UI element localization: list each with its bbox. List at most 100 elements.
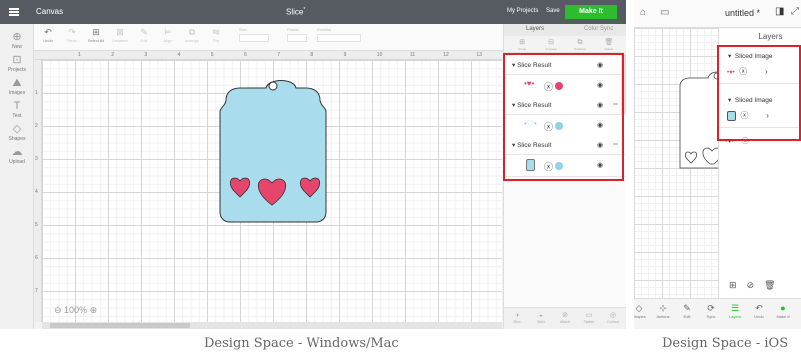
- caption-ios: Design Space - iOS: [662, 336, 789, 351]
- ruler-tick-label: 4: [35, 189, 38, 195]
- layers-bottom-toolbar: ◑ Slice ◒ Weld ⊘ Attach ▭ Flatten ◎ Contour: [504, 307, 626, 329]
- ruler-tick-label: 11: [410, 52, 416, 58]
- hide-icon[interactable]: ⊘: [747, 280, 755, 290]
- sidebar-item-projects[interactable]: ⊡ Projects: [0, 54, 34, 73]
- ruler-tick-label: 10: [376, 52, 383, 58]
- ios-canvas-grid[interactable]: [634, 28, 743, 298]
- ios-bottom-bar: ◇Shapes⊹Actions✎Edit⟳Sync☰Layers↶Undo●Ma…: [634, 298, 801, 329]
- arrange-icon: ⧉: [188, 27, 196, 37]
- ruler-vertical: 1 2 3 4 5 6 7: [34, 60, 42, 322]
- ruler-tick-label: 7: [35, 288, 38, 294]
- zoom-control[interactable]: ⊖ 100% ⊕: [54, 305, 97, 316]
- document-title: Slice*: [286, 7, 306, 17]
- position-field[interactable]: Position: [317, 27, 361, 42]
- tab-layers[interactable]: Layers: [526, 26, 544, 32]
- horizontal-scrollbar[interactable]: [42, 322, 502, 329]
- layers-icon: ☰: [730, 303, 740, 313]
- edit-icon: ✎: [140, 27, 148, 37]
- sync-icon: ⟳: [707, 303, 715, 313]
- ruler-tick-label: 5: [35, 222, 38, 228]
- canvas-grid[interactable]: [42, 60, 502, 322]
- deselect-icon: ⊠: [116, 27, 124, 37]
- group-icon[interactable]: ⊞: [729, 280, 737, 290]
- shapes-icon: ◇: [12, 123, 22, 135]
- delete-icon: 🗑: [604, 39, 614, 46]
- tab-color-sync[interactable]: Color Sync: [584, 26, 613, 32]
- ios-panel-actions: ⊞ ⊘ 🗑: [729, 280, 776, 291]
- ios-document-title: untitled *: [725, 8, 761, 18]
- images-icon: ⛰: [12, 77, 22, 89]
- group-icon: ⊞: [519, 39, 525, 46]
- ios-edit-button[interactable]: ✎ Edit: [676, 303, 698, 319]
- ungroup-icon: ⊟: [548, 39, 554, 46]
- gift-tag-image[interactable]: [216, 74, 346, 234]
- ios-actions-button[interactable]: ⊹ Actions: [652, 303, 674, 319]
- deselect-button[interactable]: ⊠ Deselect: [110, 27, 130, 43]
- flip-icon: ⇋: [212, 27, 220, 37]
- ungroup-button[interactable]: ⊟ Ungroup: [537, 39, 565, 51]
- home-icon[interactable]: ⌂: [640, 7, 646, 18]
- rotate-field[interactable]: Rotate: [287, 27, 307, 42]
- edit-toolbar: Size Rotate Position ↶ Undo ↷ Redo ⊞ Select A…: [34, 24, 504, 51]
- ruler-tick-label: 6: [35, 255, 38, 261]
- ios-shapes-button[interactable]: ◇Shapes: [634, 303, 650, 319]
- save-button[interactable]: Save: [546, 8, 560, 14]
- ios-make-it-button[interactable]: ● Make It: [772, 303, 794, 319]
- edit-button[interactable]: ✎ Edit: [134, 27, 154, 43]
- my-projects-link[interactable]: My Projects: [507, 8, 538, 14]
- arrange-button[interactable]: ⧉ Arrange: [182, 27, 202, 43]
- ruler-tick-label: 4: [177, 52, 181, 58]
- ios-undo-button[interactable]: ↶ Undo: [748, 303, 770, 319]
- sidebar-item-images[interactable]: ⛰ Images: [0, 77, 34, 96]
- undo-button[interactable]: ↶ Undo: [38, 27, 58, 43]
- weld-button[interactable]: ◒ Weld: [530, 312, 552, 324]
- slice-icon: ◑: [514, 312, 520, 319]
- delete-button[interactable]: 🗑 Delete: [595, 39, 623, 51]
- caption-windows-mac: Design Space - Windows/Mac: [204, 336, 399, 351]
- make-it-icon: ●: [780, 303, 786, 313]
- expand-icon[interactable]: ⤢: [791, 6, 799, 17]
- delete-icon[interactable]: 🗑: [764, 280, 775, 290]
- contour-button[interactable]: ◎ Contour: [602, 312, 624, 324]
- ruler-tick-label: 2: [35, 123, 38, 129]
- flatten-icon: ▭: [585, 312, 593, 319]
- layers-top-toolbar: ⊞ Group ⊟ Ungroup ⧉ Duplicate 🗑 Delete: [504, 36, 626, 53]
- new-icon: ⊕: [12, 31, 22, 43]
- text-icon: T: [13, 100, 21, 112]
- align-button[interactable]: ⊨ Align: [158, 27, 178, 43]
- attach-icon: ⊘: [562, 312, 568, 319]
- sidebar-item-new[interactable]: ⊕ New: [0, 31, 34, 50]
- redo-button[interactable]: ↷ Redo: [62, 27, 82, 43]
- ios-layers-title: Layers: [758, 32, 783, 41]
- make-it-button[interactable]: Make It: [565, 5, 617, 19]
- sidebar-item-upload[interactable]: ☁ Upload: [0, 146, 34, 165]
- ruler-tick-label: 7: [277, 52, 280, 58]
- app-title: Canvas: [36, 7, 64, 16]
- size-field[interactable]: Size: [239, 27, 269, 42]
- shapes-icon: ◇: [635, 303, 643, 313]
- flip-button[interactable]: ⇋ Flip: [206, 27, 226, 43]
- ruler-tick-label: 6: [244, 52, 247, 58]
- ios-sync-button[interactable]: ⟳ Sync: [700, 303, 722, 319]
- ruler-tick-label: 5: [210, 52, 214, 58]
- menu-icon[interactable]: [9, 8, 19, 16]
- canvas-icon[interactable]: ▭: [660, 7, 669, 18]
- ruler-tick-label: 1: [35, 90, 38, 96]
- ruler-tick-label: 2: [111, 52, 114, 58]
- ruler-tick-label: 1: [78, 52, 81, 58]
- edit-icon: ✎: [683, 303, 691, 313]
- slice-button[interactable]: ◑ Slice: [506, 312, 528, 324]
- actions-icon: ⊹: [659, 303, 667, 313]
- flatten-button[interactable]: ▭ Flatten: [578, 312, 600, 324]
- weld-icon: ◒: [538, 312, 544, 319]
- group-button[interactable]: ⊞ Group: [508, 39, 536, 51]
- sidebar-item-shapes[interactable]: ◇ Shapes: [0, 123, 34, 142]
- select-all-icon: ⊞: [92, 27, 100, 37]
- sidebar-item-text[interactable]: T Text: [0, 100, 34, 119]
- ios-layers-button[interactable]: ☰ Layers: [724, 303, 746, 319]
- duplicate-button[interactable]: ⧉ Duplicate: [566, 39, 594, 51]
- panel-toggle-icon[interactable]: ◨: [775, 6, 784, 17]
- attach-button[interactable]: ⊘ Attach: [554, 312, 576, 324]
- projects-icon: ⊡: [12, 54, 22, 66]
- select-all-button[interactable]: ⊞ Select All: [86, 27, 106, 43]
